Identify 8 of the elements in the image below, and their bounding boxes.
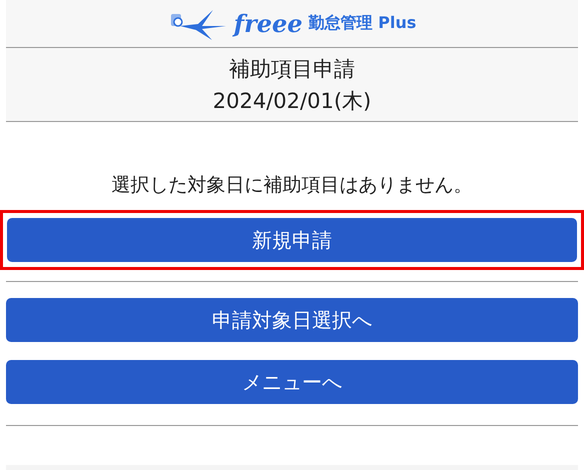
date-label: 2024/02/01(木): [212, 88, 372, 114]
page-title: 補助項目申請: [229, 56, 355, 82]
action-button[interactable]: 新規申請: [7, 218, 577, 262]
brand-name: freee: [234, 9, 303, 38]
product-name: 勤怠管理 Plus: [308, 13, 416, 34]
action-button[interactable]: メニューへ: [6, 360, 578, 404]
action-button[interactable]: 申請対象日選択へ: [6, 298, 578, 342]
empty-message: 選択した対象日に補助項目はありません。: [110, 173, 474, 198]
